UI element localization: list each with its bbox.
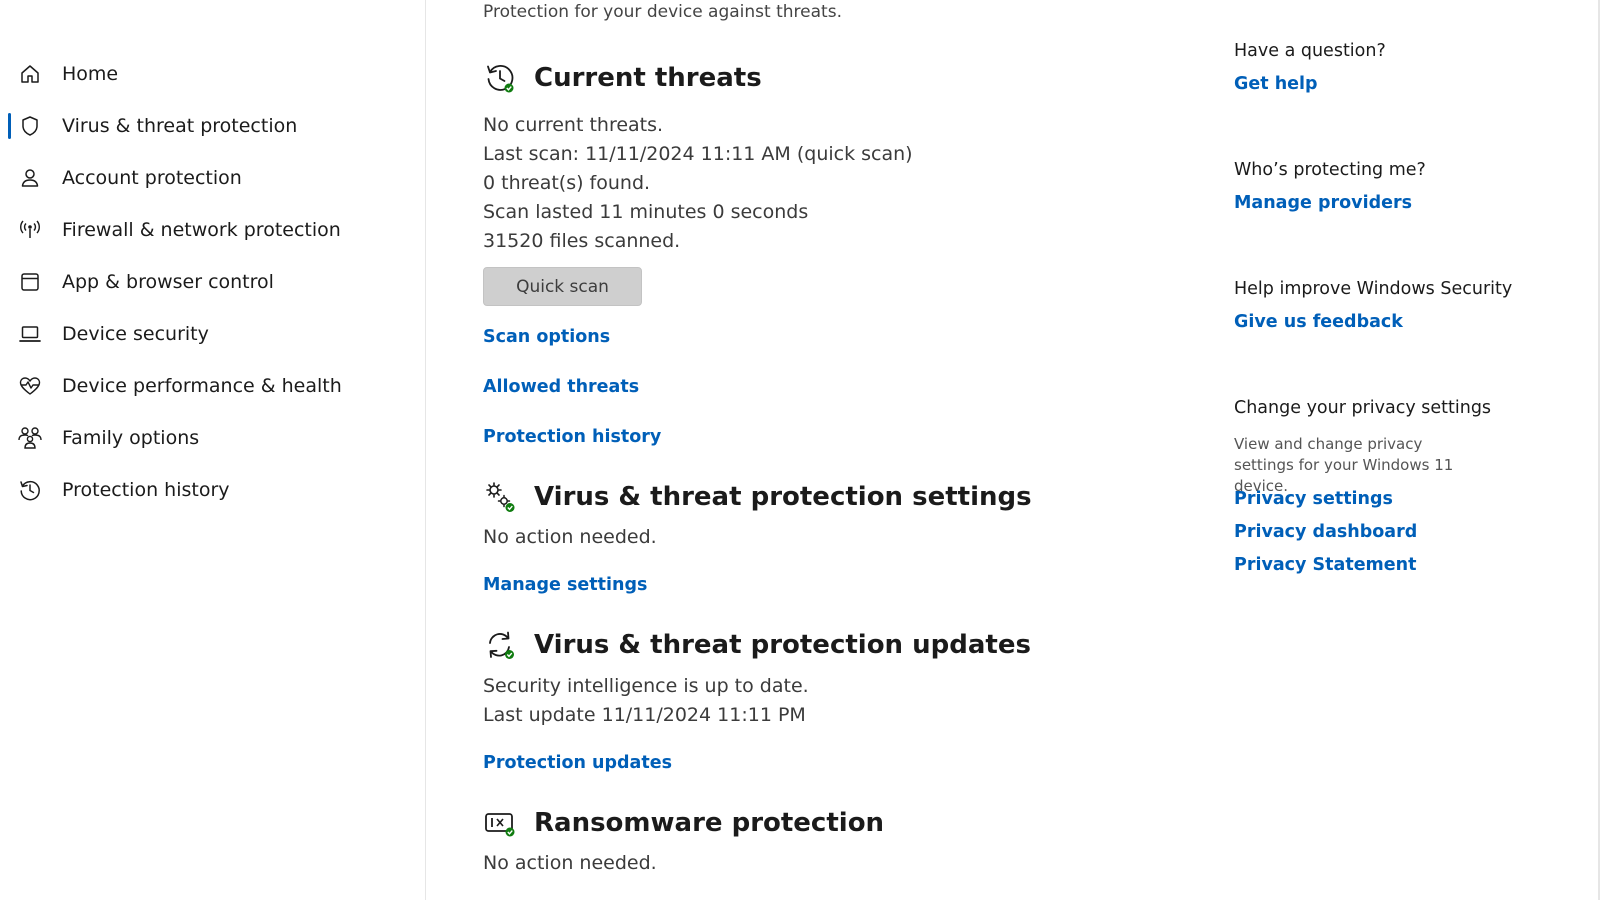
threats-found-line: 0 threat(s) found. [483, 172, 651, 194]
quick-scan-button[interactable]: Quick scan [483, 267, 642, 306]
sidebar-item-family-options[interactable]: Family options [0, 414, 420, 462]
who-protecting-heading: Who’s protecting me? [1234, 160, 1426, 180]
sidebar-nav: Home Virus & threat protection Account p… [0, 0, 426, 900]
sidebar-item-label: Family options [62, 427, 200, 449]
last-scan-line: Last scan: 11/11/2024 11:11 AM (quick sc… [483, 143, 913, 165]
family-icon [17, 425, 43, 451]
sidebar-item-account-protection[interactable]: Account protection [0, 154, 420, 202]
scan-duration-line: Scan lasted 11 minutes 0 seconds [483, 201, 809, 223]
section-title: Current threats [534, 63, 762, 93]
last-update-line: Last update 11/11/2024 11:11 PM [483, 704, 806, 726]
active-indicator [8, 113, 11, 139]
give-feedback-link[interactable]: Give us feedback [1234, 312, 1403, 332]
section-title: Virus & threat protection updates [534, 630, 1031, 660]
antenna-icon [17, 217, 43, 243]
files-scanned-line: 31520 files scanned. [483, 230, 681, 252]
section-title: Virus & threat protection settings [534, 482, 1032, 512]
help-improve-heading: Help improve Windows Security [1234, 279, 1513, 299]
clock-check-icon [483, 61, 517, 95]
privacy-heading: Change your privacy settings [1234, 398, 1492, 418]
protection-history-link[interactable]: Protection history [483, 427, 661, 447]
allowed-threats-link[interactable]: Allowed threats [483, 377, 639, 397]
ransomware-check-icon [483, 806, 517, 840]
sidebar-item-home[interactable]: Home [0, 50, 420, 98]
ransomware-heading: Ransomware protection [483, 806, 884, 840]
sidebar-item-label: App & browser control [62, 271, 274, 293]
settings-status: No action needed. [483, 526, 657, 548]
privacy-description: View and change privacy settings for you… [1234, 435, 1454, 495]
windows-security-window: Home Virus & threat protection Account p… [0, 0, 1600, 900]
privacy-statement-link[interactable]: Privacy Statement [1234, 555, 1417, 575]
sidebar-item-device-performance[interactable]: Device performance & health [0, 362, 420, 410]
updates-heading: Virus & threat protection updates [483, 628, 1031, 662]
home-icon [17, 61, 43, 87]
settings-heading: Virus & threat protection settings [483, 480, 1032, 514]
privacy-settings-link[interactable]: Privacy settings [1234, 489, 1393, 509]
main-content: Protection for your device against threa… [426, 0, 1186, 900]
privacy-dashboard-link[interactable]: Privacy dashboard [1234, 522, 1417, 542]
sidebar-item-protection-history[interactable]: Protection history [0, 466, 420, 514]
history-icon [17, 477, 43, 503]
have-question-heading: Have a question? [1234, 41, 1386, 61]
refresh-check-icon [483, 628, 517, 662]
sidebar-item-device-security[interactable]: Device security [0, 310, 420, 358]
manage-settings-link[interactable]: Manage settings [483, 575, 647, 595]
page-subtitle: Protection for your device against threa… [483, 2, 842, 22]
protection-updates-link[interactable]: Protection updates [483, 753, 672, 773]
section-title: Ransomware protection [534, 808, 885, 838]
scan-options-link[interactable]: Scan options [483, 327, 610, 347]
person-icon [17, 165, 43, 191]
sidebar-item-label: Device security [62, 323, 209, 345]
app-window-icon [17, 269, 43, 295]
help-sidebar: Have a question? Get help Who’s protecti… [1234, 0, 1574, 900]
gears-check-icon [483, 480, 517, 514]
sidebar-item-label: Protection history [62, 479, 230, 501]
sidebar-item-label: Firewall & network protection [62, 219, 341, 241]
current-threats-heading: Current threats [483, 61, 762, 95]
laptop-icon [17, 321, 43, 347]
sidebar-item-virus-threat-protection[interactable]: Virus & threat protection [0, 102, 420, 150]
get-help-link[interactable]: Get help [1234, 74, 1318, 94]
sidebar-item-label: Account protection [62, 167, 242, 189]
sidebar-item-app-browser-control[interactable]: App & browser control [0, 258, 420, 306]
shield-icon [17, 113, 43, 139]
sidebar-item-firewall-network[interactable]: Firewall & network protection [0, 206, 420, 254]
threat-status-line: No current threats. [483, 114, 664, 136]
sidebar-item-label: Virus & threat protection [62, 115, 298, 137]
heart-pulse-icon [17, 373, 43, 399]
sidebar-item-label: Device performance & health [62, 375, 342, 397]
intelligence-status-line: Security intelligence is up to date. [483, 675, 809, 697]
ransomware-status: No action needed. [483, 852, 657, 874]
sidebar-item-label: Home [62, 63, 119, 85]
manage-providers-link[interactable]: Manage providers [1234, 193, 1412, 213]
